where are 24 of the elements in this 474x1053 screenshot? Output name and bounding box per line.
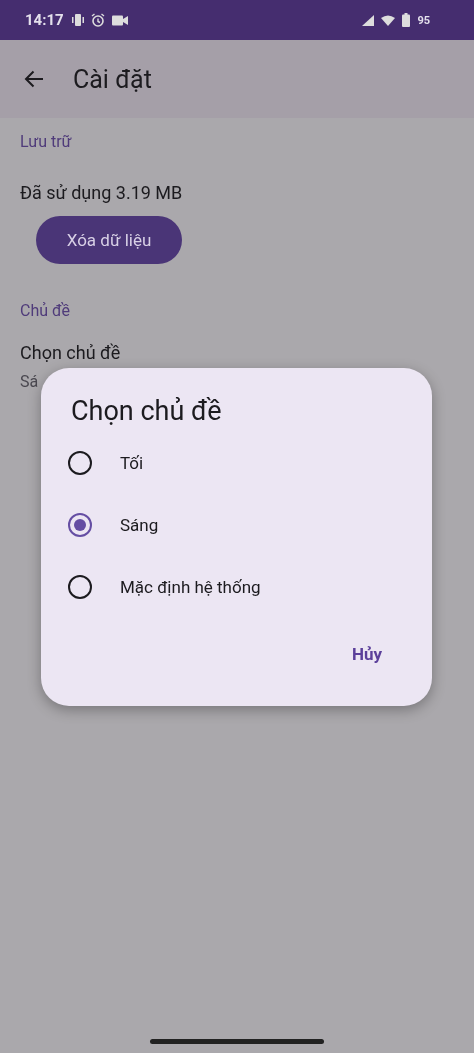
- battery-level: 95: [417, 13, 430, 27]
- section-header: Lưu trữ: [20, 132, 72, 152]
- alarm-icon: [90, 13, 105, 27]
- dialog-title: Chọn chủ đề: [71, 394, 223, 428]
- option-label[interactable]: Sáng: [120, 515, 159, 535]
- signal-icon: [362, 14, 375, 26]
- vibrate-icon: [71, 13, 84, 27]
- option-label[interactable]: Mặc định hệ thống: [120, 577, 261, 597]
- screen-title: Cài đặt: [73, 64, 152, 94]
- radio-button[interactable]: [68, 513, 92, 537]
- setting-value: Sá: [20, 372, 40, 391]
- option-label[interactable]: Tối: [120, 453, 144, 473]
- radio-button[interactable]: [68, 575, 92, 599]
- wifi-icon: [381, 14, 396, 26]
- battery-icon: [402, 13, 411, 27]
- status-time: 14:17: [25, 11, 64, 29]
- storage-usage-text: Đã sử dụng 3.19 MB: [20, 181, 183, 205]
- radio-button[interactable]: [68, 451, 92, 475]
- setting-title[interactable]: Chọn chủ đề: [20, 341, 121, 365]
- clear-data-button[interactable]: Xóa dữ liệu: [36, 216, 182, 264]
- section-header: Chủ đề: [20, 301, 71, 321]
- back-arrow-icon[interactable]: [24, 70, 44, 88]
- video-camera-icon: [111, 14, 128, 26]
- cancel-button[interactable]: Hủy: [341, 638, 392, 670]
